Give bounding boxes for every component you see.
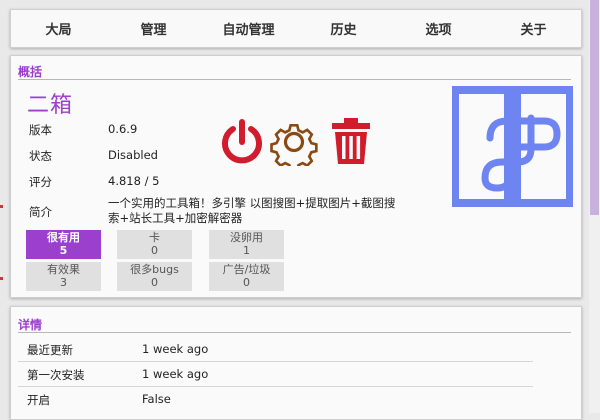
rating-many-bugs[interactable]: 很多bugs 0 <box>117 262 192 291</box>
overview-section-title: 概括 <box>18 65 43 79</box>
rating-label: 卡 <box>149 231 160 244</box>
overview-divider <box>18 79 571 80</box>
rating-label: 没卵用 <box>230 231 263 244</box>
edge-mark <box>0 205 3 208</box>
version-label: 版本 <box>29 123 52 137</box>
app-logo <box>452 86 573 207</box>
rating-count: 0 <box>151 244 158 257</box>
rating-value: 4.818 / 5 <box>108 174 160 188</box>
tab-history[interactable]: 历史 <box>296 10 391 47</box>
edge-mark <box>0 277 3 280</box>
detail-label: 最近更新 <box>27 343 73 357</box>
rating-ads-spam[interactable]: 广告/垃圾 0 <box>209 262 284 291</box>
status-value: Disabled <box>108 148 158 162</box>
status-label: 状态 <box>29 149 52 163</box>
gear-icon[interactable] <box>270 118 318 172</box>
detail-value: 1 week ago <box>142 342 209 356</box>
tab-about[interactable]: 关于 <box>486 10 581 47</box>
version-value: 0.6.9 <box>108 122 138 136</box>
tab-overview[interactable]: 大局 <box>11 10 106 47</box>
detail-row-first-install: 第一次安装 1 week ago <box>18 362 533 387</box>
rating-label: 很有用 <box>47 231 80 244</box>
rating-effective[interactable]: 有效果 3 <box>26 262 101 291</box>
rating-label: 广告/垃圾 <box>222 263 271 276</box>
details-divider <box>18 332 571 333</box>
rating-label: 很多bugs <box>130 263 179 276</box>
description-label: 简介 <box>29 205 52 219</box>
rating-count: 5 <box>59 244 68 257</box>
detail-label: 第一次安装 <box>27 368 85 382</box>
scrollbar-thumb[interactable] <box>590 0 599 215</box>
detail-row-enabled: 开启 False <box>18 387 533 411</box>
rating-label: 评分 <box>29 175 52 189</box>
rating-useless[interactable]: 没卵用 1 <box>209 230 284 259</box>
overview-card: 概括 二箱 版本 0.6.9 状态 Disabled 评分 4.818 / 5 … <box>10 55 582 298</box>
detail-value: False <box>142 392 171 406</box>
rating-count: 1 <box>243 244 250 257</box>
rating-very-useful[interactable]: 很有用 5 <box>26 230 101 259</box>
tab-options[interactable]: 选项 <box>391 10 486 47</box>
rating-count: 3 <box>60 276 67 289</box>
tab-auto-manage[interactable]: 自动管理 <box>201 10 296 47</box>
rating-label: 有效果 <box>47 263 80 276</box>
rating-count: 0 <box>151 276 158 289</box>
tab-manage[interactable]: 管理 <box>106 10 201 47</box>
detail-label: 开启 <box>27 393 50 407</box>
detail-value: 1 week ago <box>142 367 209 381</box>
details-section-title: 详情 <box>18 318 43 332</box>
trash-icon[interactable] <box>329 116 373 166</box>
description-text: 一个实用的工具箱！多引擎 以图搜图+提取图片+截图搜索+站长工具+加密解密器 <box>108 196 396 225</box>
app-name: 二箱 <box>27 93 74 118</box>
rating-count: 0 <box>243 276 250 289</box>
power-icon[interactable] <box>219 118 265 166</box>
rating-laggy[interactable]: 卡 0 <box>117 230 192 259</box>
details-card: 详情 最近更新 1 week ago 第一次安装 1 week ago 开启 F… <box>10 306 582 420</box>
detail-row-last-updated: 最近更新 1 week ago <box>18 337 533 362</box>
main-nav: 大局 管理 自动管理 历史 选项 关于 <box>10 9 582 48</box>
